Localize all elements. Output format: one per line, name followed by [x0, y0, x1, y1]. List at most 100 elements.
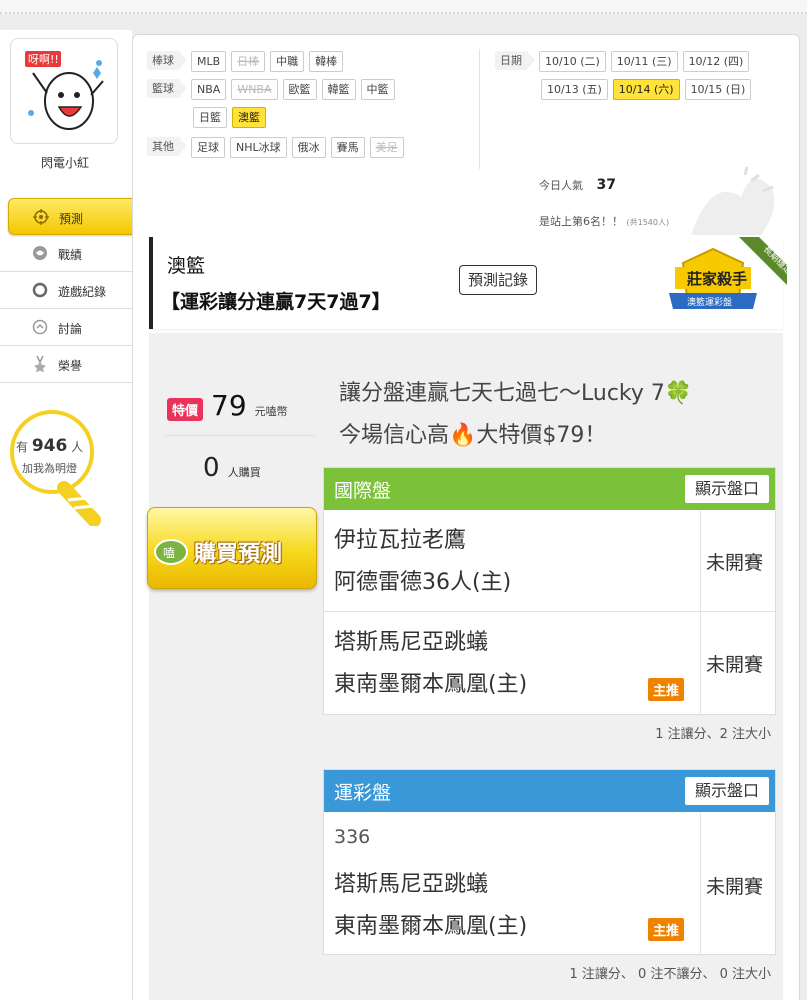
- game-status: 未開賽: [706, 654, 764, 676]
- date-1011[interactable]: 10/11 (三): [610, 51, 678, 72]
- filter-wnba: WNBA: [231, 79, 278, 100]
- sidebar-item-predict[interactable]: 預測: [8, 198, 148, 235]
- section-title: 國際盤: [334, 480, 392, 502]
- filter-australia-basketball[interactable]: 澳籃: [232, 107, 266, 128]
- away-team: 塔斯馬尼亞跳蟻: [334, 630, 489, 655]
- show-odds-button[interactable]: 顯示盤口: [684, 777, 769, 805]
- popularity-label: 今日人氣: [539, 179, 583, 192]
- today-popularity: 今日人氣 37: [539, 177, 616, 193]
- main-pick-badge: 主推: [648, 918, 685, 941]
- filter-row-other: 其他 足球 NHL冰球 俄冰 賽馬 美足: [147, 137, 404, 158]
- rank-text: 是站上第6名！！: [539, 215, 623, 228]
- prediction-title: 【運彩讓分連贏7天7過7】: [161, 291, 391, 313]
- column-divider: [700, 510, 701, 611]
- filter-label-basketball: 籃球: [147, 79, 187, 98]
- date-1012[interactable]: 10/12 (四): [682, 51, 750, 72]
- popularity-value: 37: [596, 177, 616, 193]
- date-1013[interactable]: 10/13 (五): [541, 79, 608, 100]
- lights-count[interactable]: 有 946 人: [16, 436, 83, 456]
- filter-nba[interactable]: NBA: [191, 79, 227, 100]
- league-title: 澳籃: [167, 255, 206, 277]
- date-1015[interactable]: 10/15 (日): [684, 79, 752, 100]
- filter-row-date-2: 10/13 (五) 10/14 (六) 10/15 (日): [541, 79, 752, 100]
- rank-total: (共1540人): [626, 218, 670, 227]
- game-row[interactable]: 336 塔斯馬尼亞跳蟻 東南墨爾本鳳凰(主) 主推 未開賽: [324, 812, 775, 954]
- buyer-number: 0: [203, 453, 220, 483]
- sidebar-item-label: 戰績: [58, 248, 83, 262]
- sports-lottery-section: 運彩盤 顯示盤口 336 塔斯馬尼亞跳蟻 東南墨爾本鳳凰(主) 主推 未開賽: [323, 769, 776, 955]
- prediction-description-line-2: 今場信心高🔥大特價$79！: [339, 423, 607, 448]
- away-team: 伊拉瓦拉老鷹: [334, 528, 467, 553]
- circle-icon: [32, 282, 48, 298]
- prediction-record-button[interactable]: 預測記錄: [459, 265, 538, 295]
- section-title: 運彩盤: [334, 782, 392, 804]
- price-value: 79: [211, 389, 247, 422]
- game-status: 未開賽: [706, 552, 764, 574]
- filter-label-baseball: 棒球: [147, 51, 187, 70]
- username[interactable]: 閃電小紅: [0, 154, 130, 171]
- show-odds-button[interactable]: 顯示盤口: [684, 475, 769, 503]
- filter-label-other: 其他: [147, 137, 187, 156]
- filter-american-football: 美足: [369, 137, 404, 158]
- price-unit: 元嗑幣: [254, 405, 288, 418]
- prediction-description-line-1: 讓分盤連贏七天七過七～Lucky 7🍀: [339, 381, 693, 406]
- filter-soccer[interactable]: 足球: [191, 137, 225, 158]
- filter-nhl[interactable]: NHL冰球: [230, 137, 287, 158]
- filter-kbo[interactable]: 韓棒: [309, 51, 344, 72]
- avatar[interactable]: 呀啊!!: [10, 38, 118, 144]
- bookie-killer-badge: 莊家殺手 澳籃運彩盤 長期穩定: [669, 237, 787, 309]
- sidebar-item-label: 討論: [58, 322, 83, 336]
- filter-euro-basketball[interactable]: 歐籃: [282, 79, 317, 100]
- date-1014[interactable]: 10/14 (六): [612, 79, 680, 100]
- game-row[interactable]: 塔斯馬尼亞跳蟻 東南墨爾本鳳凰(主) 主推 未開賽: [324, 612, 775, 714]
- buyer-unit: 人購買: [227, 466, 261, 479]
- sidebar-item-label: 榮譽: [58, 359, 83, 373]
- filter-cpbl[interactable]: 中職: [270, 51, 305, 72]
- away-team: 塔斯馬尼亞跳蟻: [334, 872, 489, 897]
- game-code: 336: [334, 826, 371, 848]
- buy-button-label: 購買預測: [194, 542, 283, 567]
- sidebar: 呀啊!! 閃電小紅 預測 戰績 遊戲紀錄 討論 榮譽 有 946 人 加我為明燈: [0, 30, 148, 1000]
- home-team: 東南墨爾本鳳凰(主): [334, 672, 528, 697]
- sidebar-item-discuss[interactable]: 討論: [0, 309, 132, 346]
- site-rank: 是站上第6名！！ (共1540人): [539, 213, 669, 229]
- sidebar-item-honor[interactable]: 榮譽: [0, 346, 132, 383]
- game-row[interactable]: 伊拉瓦拉老鷹 阿德雷德36人(主) 未開賽: [324, 510, 775, 612]
- filter-russia-hockey[interactable]: 俄冰: [291, 137, 326, 158]
- lights-label[interactable]: 加我為明燈: [22, 460, 77, 476]
- chat-icon: [32, 319, 48, 335]
- sidebar-item-label: 預測: [59, 212, 84, 226]
- side-nav: 預測 戰績 遊戲紀錄 討論 榮譽: [0, 198, 148, 383]
- column-divider: [700, 612, 701, 714]
- main-pick-badge: 主推: [648, 678, 685, 701]
- top-decoration: [0, 0, 807, 14]
- filter-label-date: 日期: [495, 51, 535, 70]
- filter-row-basketball: 籃球 NBA WNBA 歐籃 韓籃 中籃: [147, 79, 395, 100]
- filter-mlb[interactable]: MLB: [191, 51, 227, 72]
- svg-text:呀啊!!: 呀啊!!: [28, 53, 59, 66]
- avatar-illustration: 呀啊!!: [19, 43, 111, 143]
- lights-prefix: 有: [16, 440, 29, 454]
- filter-china-basketball[interactable]: 中籃: [360, 79, 395, 100]
- popularity-decoration-icon: [691, 167, 775, 235]
- filter-row-date-1: 日期 10/10 (二) 10/11 (三) 10/12 (四): [495, 51, 750, 72]
- buyer-count: 0 人購買: [203, 453, 261, 483]
- international-odds-section: 國際盤 顯示盤口 伊拉瓦拉老鷹 阿德雷德36人(主) 未開賽 塔斯馬尼亞跳蟻 東…: [323, 467, 776, 715]
- sidebar-item-game-log[interactable]: 遊戲紀錄: [0, 272, 132, 309]
- game-status: 未開賽: [706, 876, 764, 898]
- home-team: 東南墨爾本鳳凰(主): [334, 914, 528, 939]
- filter-row-baseball: 棒球 MLB 日棒 中職 韓棒: [147, 51, 344, 72]
- coin-icon: 嗑: [154, 539, 188, 565]
- filter-horse-racing[interactable]: 賽馬: [330, 137, 365, 158]
- buy-prediction-button[interactable]: 嗑 購買預測: [147, 507, 317, 589]
- filter-row-basketball-2: 日籃 澳籃: [193, 107, 266, 128]
- column-divider: [700, 812, 701, 954]
- filter-korea-basketball[interactable]: 韓籃: [321, 79, 356, 100]
- main-panel: 棒球 MLB 日棒 中職 韓棒 籃球 NBA WNBA 歐籃 韓籃 中籃 日籃 …: [132, 34, 800, 1000]
- filter-japan-basketball[interactable]: 日籃: [193, 107, 227, 128]
- international-summary: 1 注讓分、2 注大小: [655, 727, 771, 742]
- date-1010[interactable]: 10/10 (二): [539, 51, 606, 72]
- price-row: 特價 79 元嗑幣: [167, 389, 288, 422]
- record-icon: [33, 246, 47, 260]
- sidebar-item-record[interactable]: 戰績: [0, 235, 132, 272]
